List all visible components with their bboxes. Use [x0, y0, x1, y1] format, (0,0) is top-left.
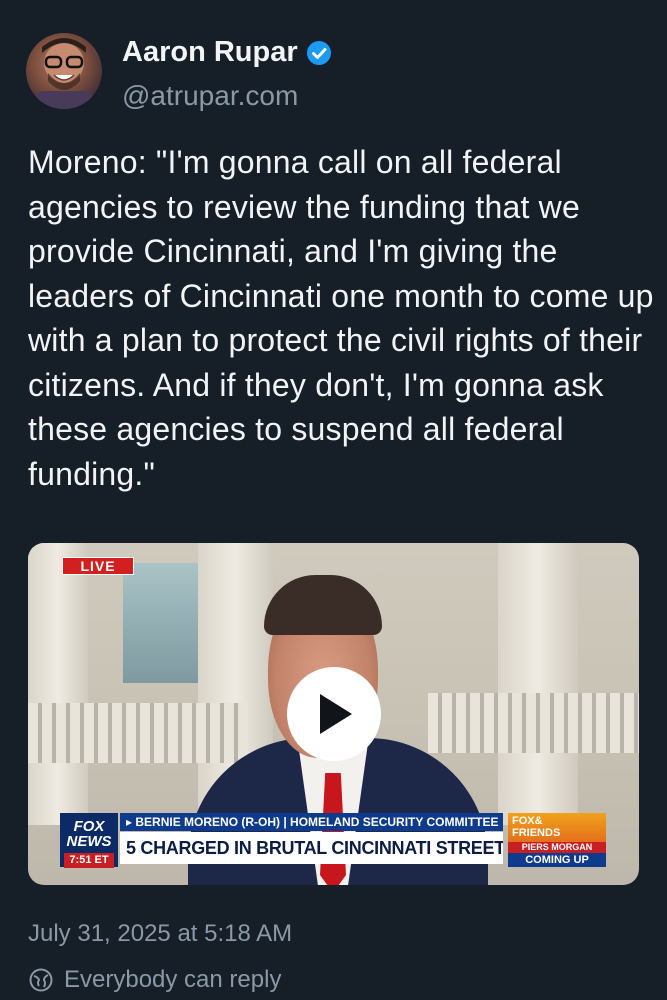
play-icon — [320, 694, 352, 734]
background-balustrade — [428, 693, 639, 753]
background-balustrade — [28, 703, 248, 763]
news-lower-third: FOX NEWS 7:51 ET ▸ BERNIE MORENO (R-OH) … — [28, 811, 639, 871]
promo-name: PIERS MORGAN — [508, 842, 606, 853]
video-player[interactable]: LIVE FOX NEWS 7:51 ET ▸ BERNIE MORENO (R… — [28, 543, 639, 885]
background-column — [498, 543, 578, 825]
network-logo-line2: NEWS — [66, 833, 112, 850]
live-badge: LIVE — [62, 557, 134, 575]
author-name-text[interactable]: Aaron Rupar — [122, 36, 298, 69]
chyron-headline: 5 CHARGED IN BRUTAL CINCINNATI STREET AT… — [120, 832, 503, 864]
reply-setting-text: Everybody can reply — [64, 966, 282, 993]
author-handle[interactable]: @atrupar.com — [122, 80, 298, 112]
post-text: Moreno: "I'm gonna call on all federal a… — [28, 144, 654, 492]
chyron-top: ▸ BERNIE MORENO (R-OH) | HOMELAND SECURI… — [120, 813, 503, 831]
globe-icon — [29, 968, 53, 992]
speaker-hair — [264, 575, 382, 635]
promo-line2: FRIENDS — [512, 827, 561, 839]
promo-coming-up: COMING UP — [508, 853, 606, 867]
network-logo: FOX NEWS 7:51 ET — [60, 813, 118, 868]
avatar-photo — [34, 38, 94, 109]
promo-line1: FOX& — [512, 815, 543, 827]
background-column — [28, 543, 88, 825]
reply-setting: Everybody can reply — [28, 966, 281, 994]
promo-box: FOX& FRIENDS PIERS MORGAN COMING UP — [508, 813, 606, 867]
verified-badge-icon — [306, 40, 331, 65]
author-avatar[interactable] — [26, 33, 102, 109]
author-name[interactable]: Aaron Rupar — [122, 36, 332, 69]
play-button[interactable] — [287, 667, 381, 761]
network-time: 7:51 ET — [64, 853, 114, 868]
post-timestamp: July 31, 2025 at 5:18 AM — [28, 920, 293, 947]
